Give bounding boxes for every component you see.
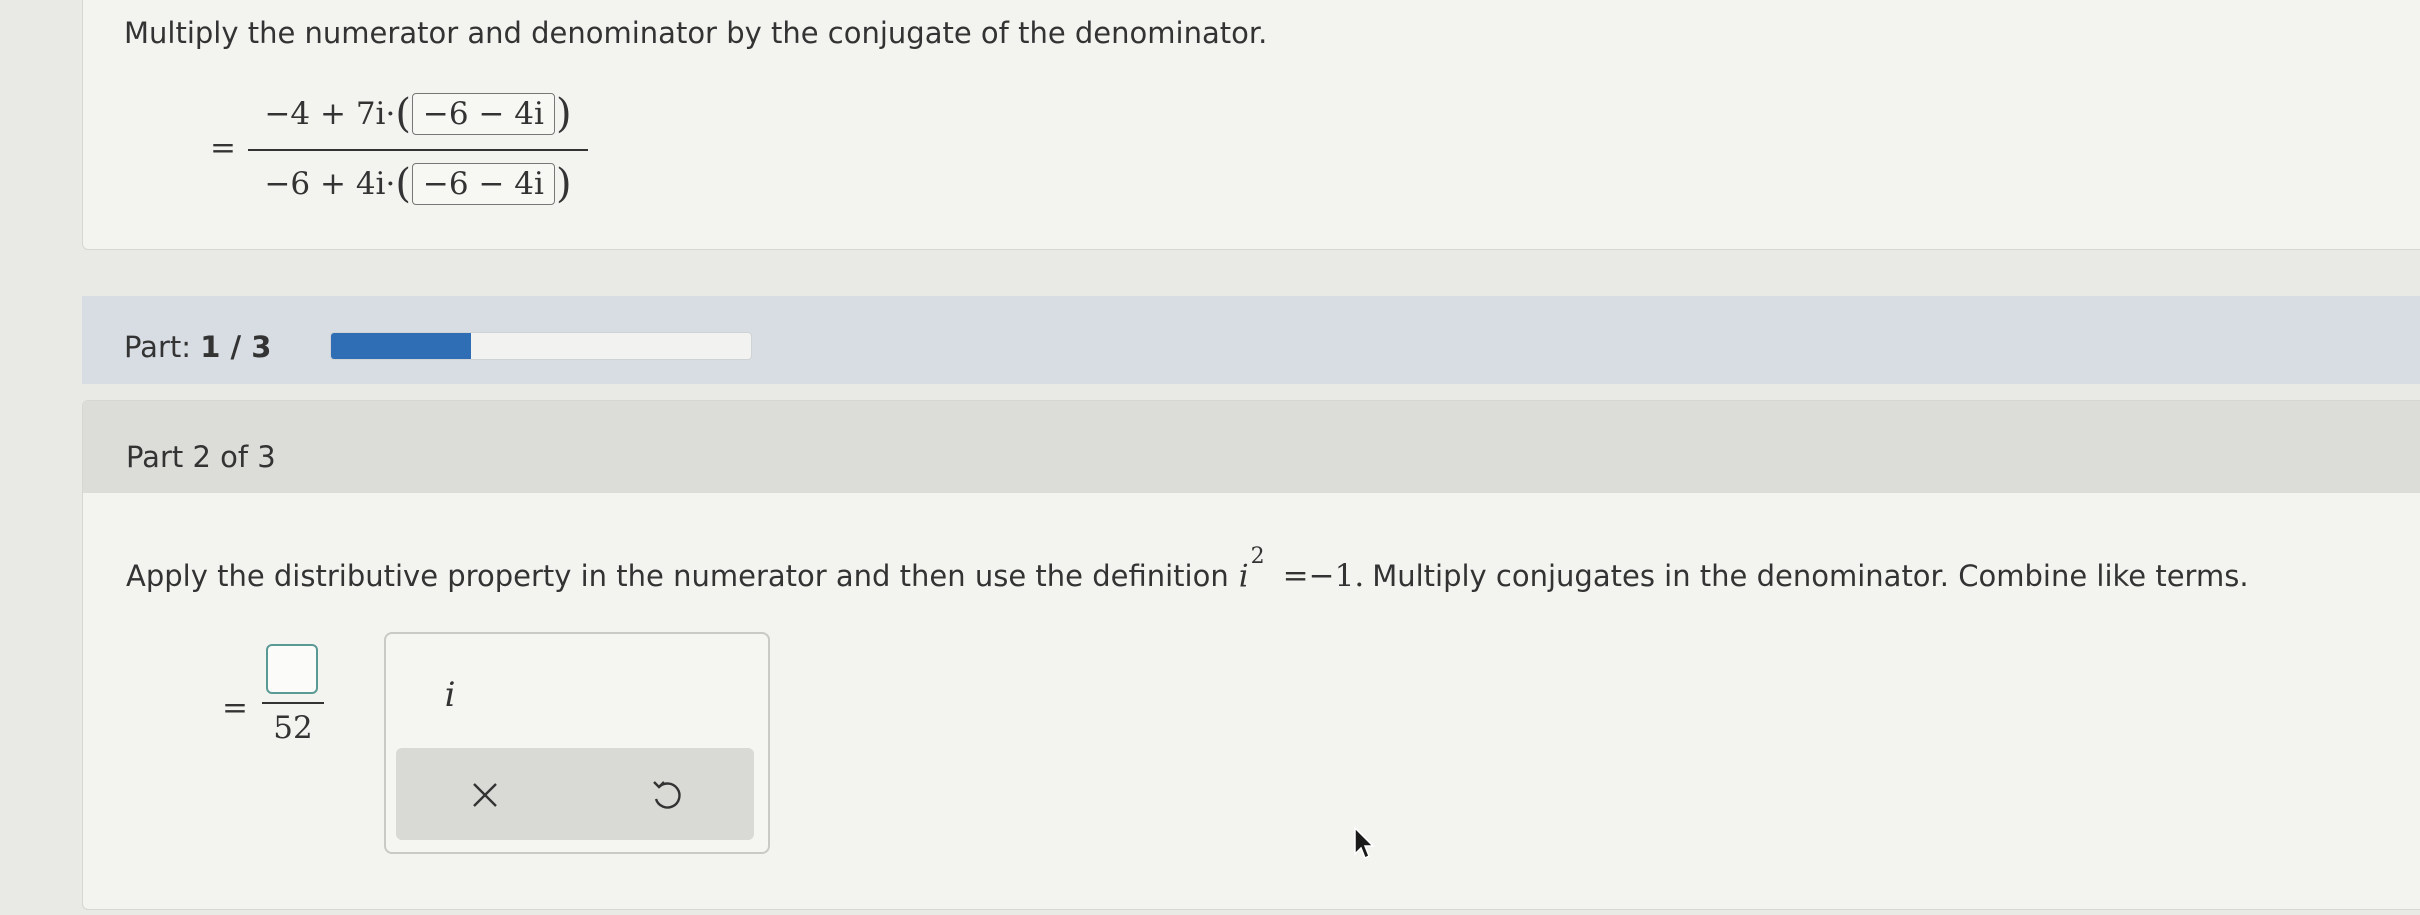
answer-fraction: 52 — [262, 640, 324, 750]
undo-icon — [653, 781, 681, 809]
left-paren: ( — [395, 91, 411, 137]
answer-fraction-bar — [262, 702, 324, 704]
denominator-expression: −6 + 4i· — [264, 166, 396, 202]
definition-exponent: 2 — [1250, 544, 1265, 569]
denominator-conjugate-box: −6 − 4i — [411, 163, 555, 205]
part-header — [83, 401, 2420, 493]
insert-i-button[interactable]: i — [430, 670, 470, 720]
mouse-cursor-icon — [1354, 826, 1375, 860]
left-paren: ( — [395, 161, 411, 207]
part-title: Part 2 of 3 — [126, 440, 276, 474]
progress-bar — [330, 332, 752, 360]
definition-base: i — [1238, 558, 1249, 595]
undo-button[interactable] — [632, 760, 702, 830]
answer-equals-sign: = — [222, 690, 248, 726]
part-progress-prefix: Part: — [124, 330, 201, 364]
definition-math: i2 =−1. — [1238, 544, 1365, 595]
part-instruction: Apply the distributive property in the n… — [126, 544, 2249, 595]
conjugate-fraction: −4 + 7i· ( −6 − 4i ) −6 + 4i· ( −6 − 4i … — [248, 86, 588, 214]
instruction-before: Apply the distributive property in the n… — [126, 559, 1229, 594]
right-paren: ) — [555, 91, 572, 137]
instruction-after: Multiply conjugates in the denominator. … — [1372, 559, 2249, 594]
right-paren: ) — [555, 161, 572, 207]
fraction-numerator: −4 + 7i· ( −6 − 4i ) — [248, 86, 588, 142]
equals-sign: = — [210, 130, 236, 166]
fraction-bar — [248, 149, 588, 151]
numerator-expression: −4 + 7i· — [264, 96, 396, 132]
clear-button[interactable] — [450, 760, 520, 830]
numerator-conjugate-box: −6 − 4i — [411, 93, 555, 135]
definition-rest: =−1. — [1282, 558, 1365, 595]
fraction-denominator: −6 + 4i· ( −6 − 4i ) — [248, 156, 588, 212]
progress-fill — [331, 333, 471, 359]
part-progress-label: Part: 1 / 3 — [124, 330, 271, 364]
answer-numerator-input[interactable] — [266, 644, 318, 694]
close-icon — [473, 783, 497, 807]
answer-denominator: 52 — [273, 710, 313, 746]
part-progress-count: 1 / 3 — [200, 330, 272, 364]
step-instruction: Multiply the numerator and denominator b… — [124, 16, 1268, 50]
